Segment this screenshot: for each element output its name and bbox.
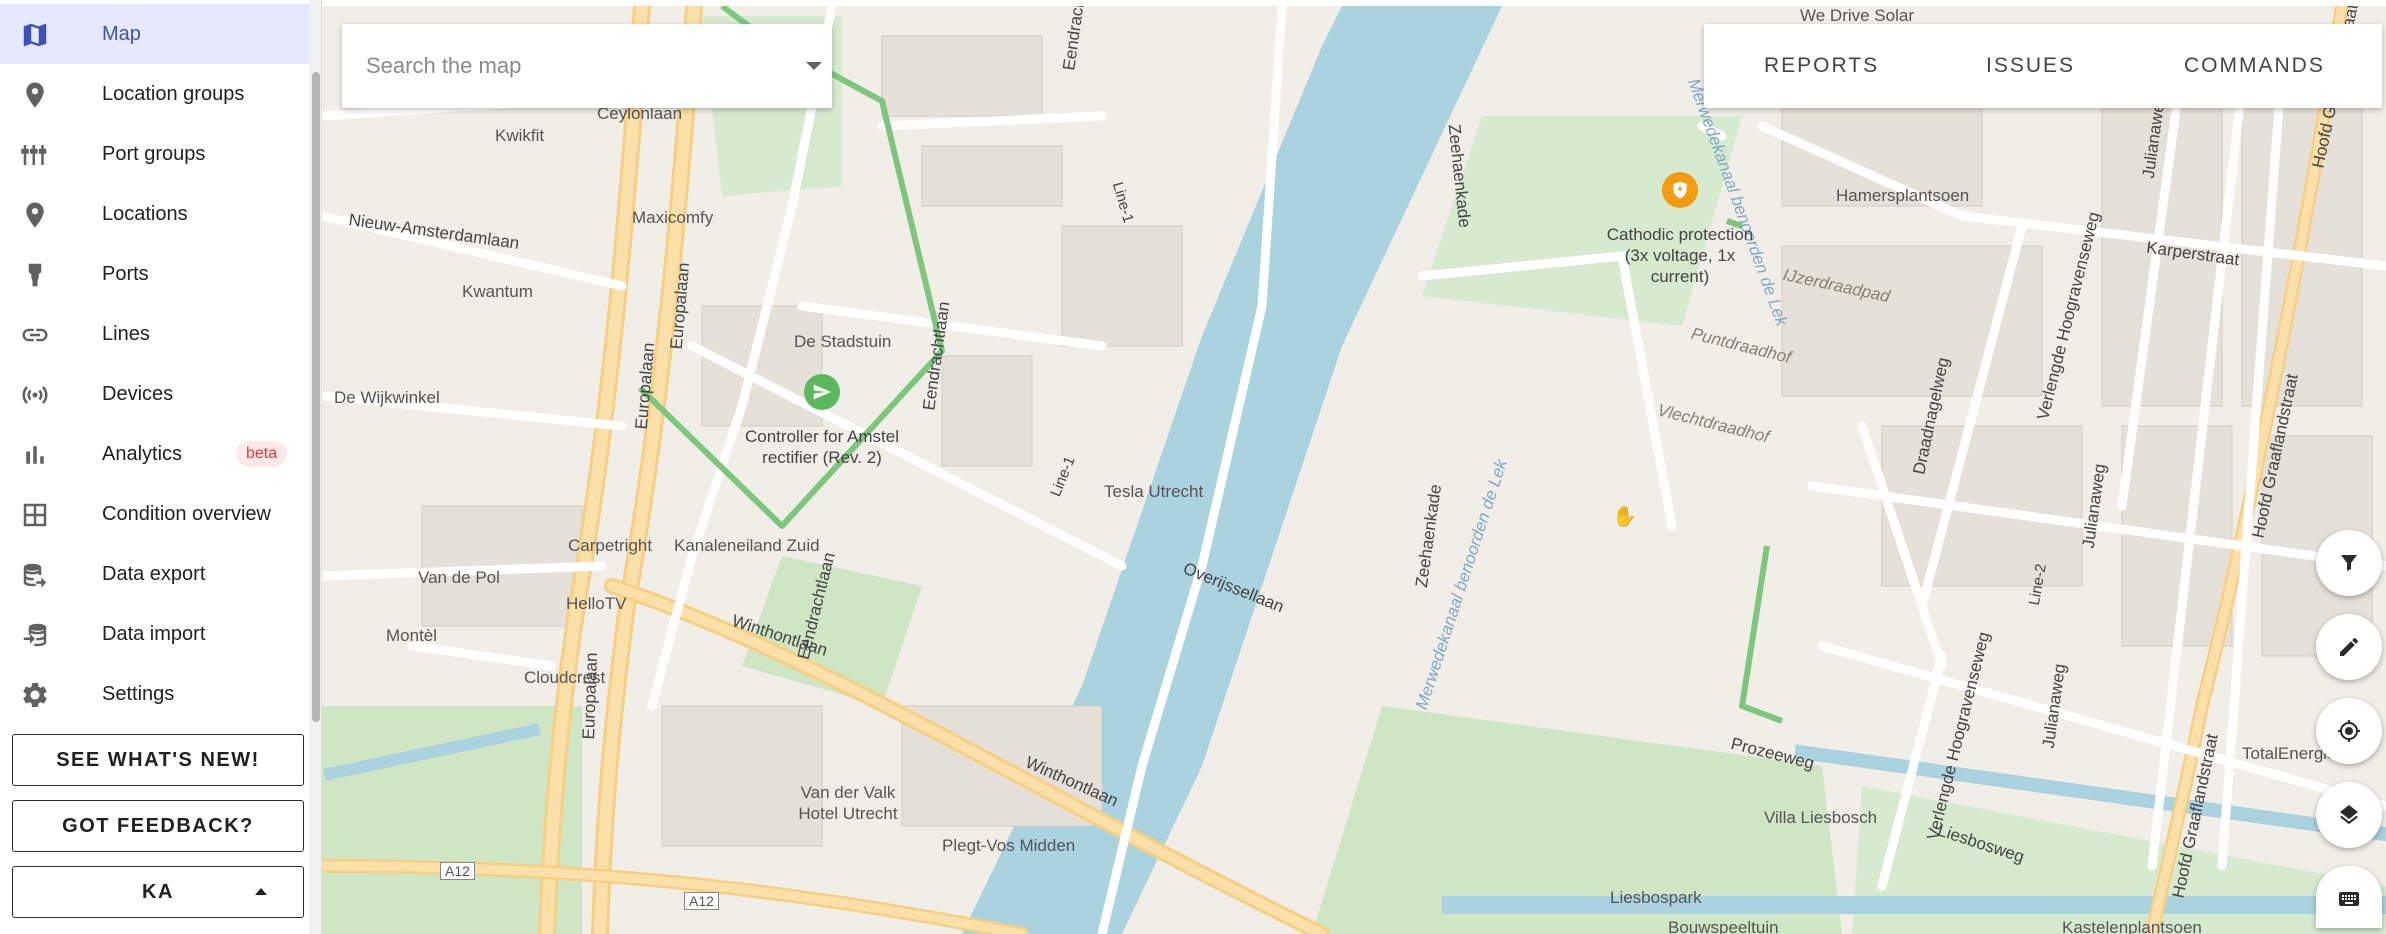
beta-badge: beta [236,441,288,467]
map-label: Cloudcrest [524,668,606,687]
road-shield: A12 [440,862,475,880]
broadcast-icon [20,380,50,410]
sidebar-item-ports[interactable]: Ports [0,244,314,304]
user-initials: KA [142,881,174,903]
road-shield: A12 [684,892,719,910]
edit-button[interactable] [2316,614,2382,680]
search-input[interactable] [366,46,766,86]
whats-new-button[interactable]: SEE WHAT'S NEW! [12,734,304,786]
map-icon [20,20,50,50]
location-pin-icon [20,200,50,230]
sidebar-item-map[interactable]: Map [0,4,314,64]
my-location-icon [2338,720,2360,742]
shield-bolt-icon [1673,181,1687,199]
map-canvas[interactable]: We Drive Solar Ceylonlaan Kwikfit Maxico… [322,6,2386,934]
sidebar-item-location-groups[interactable]: Location groups [0,64,314,124]
gear-icon [20,680,50,710]
pencil-icon [2340,637,2359,656]
sidebar-item-label: Map [102,22,141,45]
sidebar-item-label: Location groups [102,82,245,105]
database-export-icon [20,560,50,590]
cathodic-marker[interactable] [1662,172,1698,208]
map-label: De Wijkwinkel [334,388,440,407]
caret-up-icon [255,888,267,895]
top-tabs: REPORTS ISSUES COMMANDS [1704,24,2382,108]
map-base-layer [322,6,2386,934]
map-label: Bouwspeeltuin [1668,918,1779,934]
sidebar-item-label: Devices [102,382,174,405]
sidebar-item-locations[interactable]: Locations [0,184,314,244]
map-label: Villa Liesbosch [1764,808,1878,827]
dropdown-arrow-icon[interactable] [806,62,822,70]
sidebar-item-data-import[interactable]: Data import [0,604,314,664]
sidebar-item-label: Locations [102,202,188,225]
map-label: Tesla Utrecht [1104,482,1204,501]
layers-button[interactable] [2316,782,2382,848]
map-label: Kwikfit [495,126,545,145]
sidebar-item-lines[interactable]: Lines [0,304,314,364]
sidebar-item-label: Port groups [102,142,206,165]
map-label: Europalaan [578,652,601,740]
sidebar-scrollbar-thumb[interactable] [312,72,320,722]
keyboard-icon [2339,892,2359,906]
layers-icon [2340,805,2358,825]
map-label: Maxicomfy [632,208,714,227]
map-label: Van de Pol [418,568,500,587]
tab-commands[interactable]: COMMANDS [2184,24,2325,108]
sidebar-item-analytics[interactable]: Analytics beta [0,424,314,484]
map-label: Kanaleneiland Zuid [674,536,820,555]
map-label: Plegt-Vos Midden [942,836,1076,855]
sidebar-item-data-export[interactable]: Data export [0,544,314,604]
port-group-icon [20,140,50,170]
controller-marker-label: Controller for Amstel rectifier (Rev. 2) [745,427,899,467]
controller-marker[interactable] [804,374,840,410]
map-label: HelloTV [566,594,627,613]
sidebar-item-settings[interactable]: Settings [0,664,314,724]
sidebar-item-label: Data export [102,562,206,585]
map-label: Montèl [386,626,438,645]
tab-issues[interactable]: ISSUES [1986,24,2075,108]
map-label: De Stadstuin [794,332,892,351]
map-label: We Drive Solar [1800,6,1914,25]
sidebar-item-label: Lines [102,322,150,345]
my-location-button[interactable] [2316,698,2382,764]
tab-reports[interactable]: REPORTS [1764,24,1879,108]
location-group-icon [20,80,50,110]
link-icon [20,320,50,350]
map-label: Hamersplantsoen [1836,186,1970,205]
map-search[interactable] [342,24,832,108]
user-menu-button[interactable]: KA [12,866,304,918]
sidebar-item-label: Condition overview [102,502,271,525]
database-import-icon [20,620,50,650]
keyboard-button[interactable] [2316,866,2382,928]
table-grid-icon [20,500,50,530]
cathodic-marker-label: Cathodic protection (3x voltage, 1x curr… [1606,225,1754,286]
filter-icon [2341,555,2357,571]
map-label: Kwantum [462,282,533,301]
send-icon [813,384,832,400]
sidebar-item-label: Analytics [102,442,183,465]
port-icon [20,260,50,290]
hand-cursor-icon: ✋ [1612,506,1637,528]
sidebar-item-label: Data import [102,622,206,645]
sidebar-item-devices[interactable]: Devices [0,364,314,424]
sidebar-item-label: Settings [102,682,175,705]
sidebar-item-label: Ports [102,262,149,285]
feedback-button[interactable]: GOT FEEDBACK? [12,800,304,852]
map-label: Carpetright [568,536,653,555]
map-label: Liesbospark [1610,888,1702,907]
map-label: Van der Valk Hotel Utrecht [798,783,898,823]
bar-chart-icon [20,440,50,470]
sidebar-item-port-groups[interactable]: Port groups [0,124,314,184]
sidebar: Map Location groups Port groups Location… [0,0,322,934]
sidebar-item-condition-overview[interactable]: Condition overview [0,484,314,544]
map-label: Kastelenplantsoen [2062,918,2202,934]
filter-button[interactable] [2316,530,2382,596]
